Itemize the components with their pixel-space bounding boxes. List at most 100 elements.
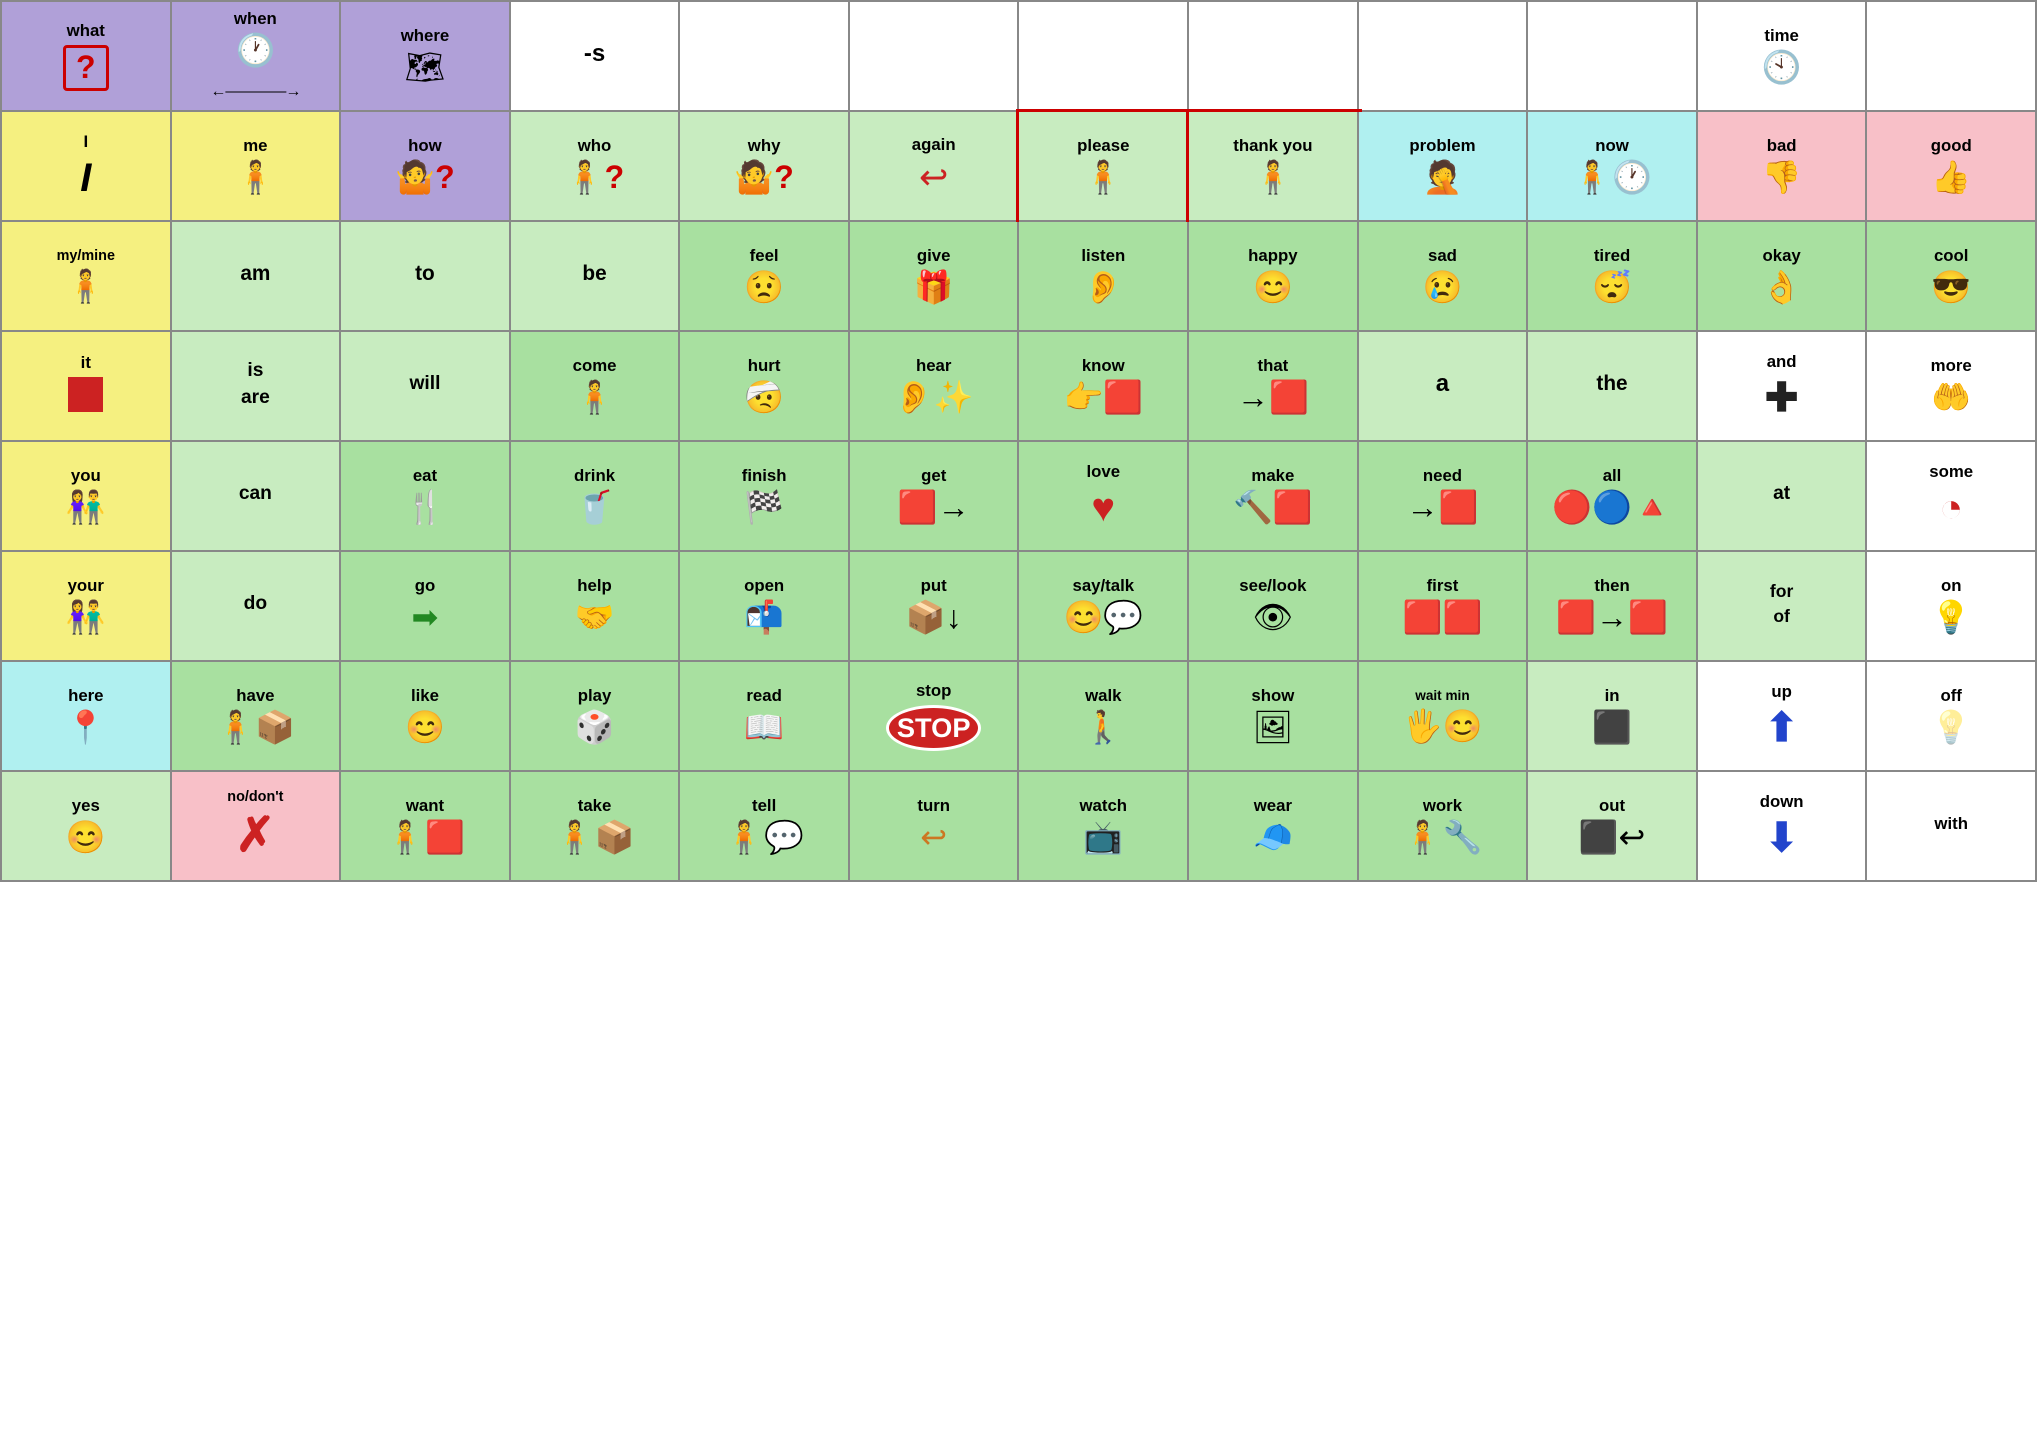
- cell-drink[interactable]: drink 🥤: [511, 442, 681, 552]
- cell-know[interactable]: know 👉🟥: [1019, 332, 1189, 442]
- cell-i[interactable]: I I: [2, 112, 172, 222]
- cell-sad[interactable]: sad 😢: [1359, 222, 1529, 332]
- cell-my-mine[interactable]: my/mine 🧍: [2, 222, 172, 332]
- cell-be[interactable]: be: [511, 222, 681, 332]
- cell-wear[interactable]: wear 🧢: [1189, 772, 1359, 882]
- cell-now[interactable]: now 🧍🕐: [1528, 112, 1698, 222]
- cell-again[interactable]: again ↩: [850, 112, 1020, 222]
- cell-suffix-s[interactable]: -s: [511, 2, 681, 112]
- cell-feel[interactable]: feel 😟: [680, 222, 850, 332]
- cell-me[interactable]: me 🧍: [172, 112, 342, 222]
- cell-please[interactable]: please 🧍: [1019, 112, 1189, 222]
- label-problem: problem: [1409, 136, 1475, 156]
- cell-am[interactable]: am: [172, 222, 342, 332]
- label-again: again: [912, 135, 956, 155]
- cell-where[interactable]: where 🗺: [341, 2, 511, 112]
- cell-some[interactable]: some ◔: [1867, 442, 2037, 552]
- cell-open[interactable]: open 📬: [680, 552, 850, 662]
- cell-problem[interactable]: problem 🤦: [1359, 112, 1529, 222]
- cell-happy[interactable]: happy 😊: [1189, 222, 1359, 332]
- cell-thank-you[interactable]: thank you 🧍: [1189, 112, 1359, 222]
- cell-get[interactable]: get 🟥→: [850, 442, 1020, 552]
- cell-work[interactable]: work 🧍🔧: [1359, 772, 1529, 882]
- icon-take: 🧍📦: [555, 820, 635, 855]
- cell-play[interactable]: play 🎲: [511, 662, 681, 772]
- label-of: of: [1773, 606, 1790, 627]
- cell-on[interactable]: on 💡: [1867, 552, 2037, 662]
- cell-first[interactable]: first 🟥🟥: [1359, 552, 1529, 662]
- cell-finish[interactable]: finish 🏁: [680, 442, 850, 552]
- cell-give[interactable]: give 🎁: [850, 222, 1020, 332]
- cell-tell[interactable]: tell 🧍💬: [680, 772, 850, 882]
- cell-say-talk[interactable]: say/talk 😊💬: [1019, 552, 1189, 662]
- cell-you[interactable]: you 👫: [2, 442, 172, 552]
- cell-yes[interactable]: yes 😊: [2, 772, 172, 882]
- cell-tired[interactable]: tired 😴: [1528, 222, 1698, 332]
- label-know: know: [1082, 356, 1125, 376]
- cell-listen[interactable]: listen 👂: [1019, 222, 1189, 332]
- cell-then[interactable]: then 🟥→🟥: [1528, 552, 1698, 662]
- cell-hear[interactable]: hear 👂✨: [850, 332, 1020, 442]
- cell-hurt[interactable]: hurt 🤕: [680, 332, 850, 442]
- cell-more[interactable]: more 🤲: [1867, 332, 2037, 442]
- cell-watch[interactable]: watch 📺: [1019, 772, 1189, 882]
- cell-here[interactable]: here 📍: [2, 662, 172, 772]
- cell-the[interactable]: the: [1528, 332, 1698, 442]
- cell-is-are[interactable]: is are: [172, 332, 342, 442]
- cell-a[interactable]: a: [1359, 332, 1529, 442]
- cell-make[interactable]: make 🔨🟥: [1189, 442, 1359, 552]
- cell-at[interactable]: at: [1698, 442, 1868, 552]
- cell-love[interactable]: love ♥: [1019, 442, 1189, 552]
- cell-in[interactable]: in ⬛: [1528, 662, 1698, 772]
- cell-cool[interactable]: cool 😎: [1867, 222, 2037, 332]
- label-say-talk: say/talk: [1072, 576, 1134, 596]
- cell-and[interactable]: and ✚: [1698, 332, 1868, 442]
- cell-have[interactable]: have 🧍📦: [172, 662, 342, 772]
- cell-want[interactable]: want 🧍🟥: [341, 772, 511, 882]
- icon-it: [68, 377, 103, 419]
- cell-okay[interactable]: okay 👌: [1698, 222, 1868, 332]
- cell-it[interactable]: it: [2, 332, 172, 442]
- cell-show[interactable]: show 🖼: [1189, 662, 1359, 772]
- cell-need[interactable]: need →🟥: [1359, 442, 1529, 552]
- cell-no-dont[interactable]: no/don't ✗: [172, 772, 342, 882]
- cell-come[interactable]: come 🧍: [511, 332, 681, 442]
- cell-put[interactable]: put 📦↓: [850, 552, 1020, 662]
- cell-help[interactable]: help 🤝: [511, 552, 681, 662]
- cell-all[interactable]: all 🔴🔵🔺: [1528, 442, 1698, 552]
- cell-stop[interactable]: stop STOP: [850, 662, 1020, 772]
- cell-why[interactable]: why 🤷?: [680, 112, 850, 222]
- cell-eat[interactable]: eat 🍴: [341, 442, 511, 552]
- cell-like[interactable]: like 😊: [341, 662, 511, 772]
- cell-with[interactable]: with: [1867, 772, 2037, 882]
- cell-what[interactable]: what ?: [2, 2, 172, 112]
- cell-who[interactable]: who 🧍?: [511, 112, 681, 222]
- cell-will[interactable]: will: [341, 332, 511, 442]
- cell-out[interactable]: out ⬛↩: [1528, 772, 1698, 882]
- cell-for-of[interactable]: for of: [1698, 552, 1868, 662]
- icon-know: 👉🟥: [1063, 380, 1143, 415]
- cell-can[interactable]: can: [172, 442, 342, 552]
- icon-who: 🧍?: [565, 160, 624, 195]
- cell-when[interactable]: when 🕐←————→: [172, 2, 342, 112]
- cell-off[interactable]: off 💡: [1867, 662, 2037, 772]
- label-to: to: [415, 262, 435, 287]
- cell-go[interactable]: go ➡: [341, 552, 511, 662]
- cell-take[interactable]: take 🧍📦: [511, 772, 681, 882]
- cell-down[interactable]: down ⬇: [1698, 772, 1868, 882]
- cell-walk[interactable]: walk 🚶: [1019, 662, 1189, 772]
- cell-time[interactable]: time 🕙: [1698, 2, 1868, 112]
- cell-good[interactable]: good 👍: [1867, 112, 2037, 222]
- cell-how[interactable]: how 🤷?: [341, 112, 511, 222]
- cell-see-look[interactable]: see/look 👁: [1189, 552, 1359, 662]
- cell-wait-min[interactable]: wait min 🖐😊: [1359, 662, 1529, 772]
- cell-turn[interactable]: turn ↩: [850, 772, 1020, 882]
- cell-read[interactable]: read 📖: [680, 662, 850, 772]
- cell-up[interactable]: up ⬆: [1698, 662, 1868, 772]
- label-yes: yes: [72, 796, 100, 816]
- cell-bad[interactable]: bad 👎: [1698, 112, 1868, 222]
- cell-do[interactable]: do: [172, 552, 342, 662]
- cell-your[interactable]: your 👫: [2, 552, 172, 662]
- cell-to[interactable]: to: [341, 222, 511, 332]
- cell-that[interactable]: that →🟥: [1189, 332, 1359, 442]
